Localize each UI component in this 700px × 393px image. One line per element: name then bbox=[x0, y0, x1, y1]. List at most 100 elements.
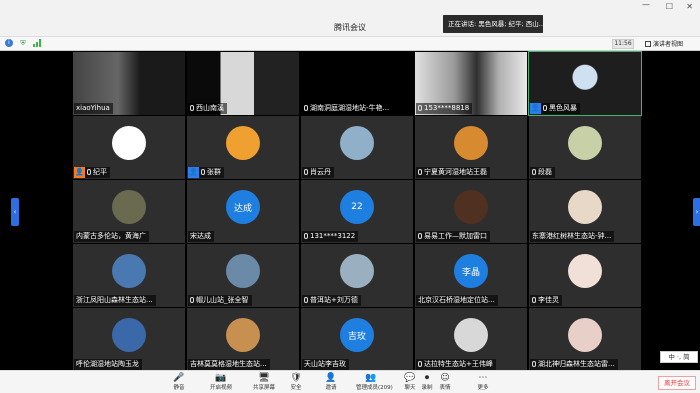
participant-tile[interactable]: 吉林莫莫格湿地生态站... bbox=[187, 308, 299, 371]
participant-tile[interactable]: 👤 张群 bbox=[187, 116, 299, 179]
participant-name: 天山站李吉玫 bbox=[304, 360, 346, 368]
participant-name: 浙江凤阳山森林生态站... bbox=[76, 296, 153, 304]
host-icon: 👤 bbox=[74, 167, 85, 178]
close-icon[interactable]: ✕ bbox=[686, 2, 693, 11]
participant-tile[interactable]: 西山南溪 bbox=[187, 52, 299, 115]
meeting-info-bar: i ⛨ 11:56 演讲者视图 bbox=[0, 37, 700, 51]
share-screen-button[interactable]: 🖥 共享屏幕 bbox=[249, 373, 279, 391]
minimize-icon[interactable]: — bbox=[642, 0, 650, 9]
video-grid: xiaoYihua 西山南溪 湖南洞庭湖湿地站-牛艳... 153****8818 👤 黑… bbox=[73, 51, 642, 371]
participant-nameplate: 宁夏黄河湿地站王磊 bbox=[416, 167, 490, 178]
participant-name: 普洱站+刘万德 bbox=[310, 296, 358, 304]
participant-nameplate: 肖云丹 bbox=[302, 167, 334, 178]
start-video-button[interactable]: 📷 开启视频 bbox=[206, 373, 236, 391]
avatar bbox=[340, 126, 374, 160]
invite-label: 邀请 bbox=[325, 385, 337, 391]
speaking-indicator: 正在讲话: 黑色风暴; 纪平; 西山... bbox=[443, 15, 543, 33]
members-icon: 👥 bbox=[365, 373, 377, 383]
participant-name: 达拉特生态站+王伟峰 bbox=[424, 360, 493, 368]
speaker-view-button[interactable]: 演讲者视图 bbox=[645, 39, 683, 48]
signal-icon[interactable] bbox=[33, 39, 41, 47]
participant-tile[interactable]: 浙江凤阳山森林生态站... bbox=[73, 244, 185, 307]
mute-button[interactable]: 🎤 静音 bbox=[164, 373, 194, 391]
participant-tile[interactable]: 肖云丹 bbox=[301, 116, 413, 179]
participant-name: 呼伦湖湿地站陶玉龙 bbox=[76, 360, 139, 368]
manage-members-label: 管理成员(209) bbox=[356, 385, 393, 391]
participant-tile[interactable]: 22 131****3122 bbox=[301, 180, 413, 243]
previous-page-arrow[interactable]: ‹ bbox=[11, 198, 19, 226]
avatar bbox=[226, 318, 260, 352]
participant-tile[interactable]: 湖南洞庭湖湿地站-牛艳... bbox=[301, 52, 413, 115]
participant-tile[interactable]: xiaoYihua bbox=[73, 52, 185, 115]
participant-tile[interactable]: 李佳灵 bbox=[529, 244, 641, 307]
participant-name: 北京汉石桥湿地定位站... bbox=[418, 296, 495, 304]
invite-button[interactable]: 👤 邀请 bbox=[316, 373, 346, 391]
participant-nameplate: 内蒙古多伦站，黄海广 bbox=[74, 231, 149, 242]
avatar bbox=[112, 254, 146, 288]
invite-icon: 👤 bbox=[325, 373, 337, 383]
participant-nameplate: 北京汉石桥湿地定位站... bbox=[416, 295, 498, 306]
more-button[interactable]: ⋯ 更多 bbox=[468, 373, 498, 391]
participant-tile[interactable]: 普洱站+刘万德 bbox=[301, 244, 413, 307]
security-button[interactable]: 🛡 安全 bbox=[281, 373, 311, 391]
participant-name: 李佳灵 bbox=[538, 296, 559, 304]
info-icon[interactable]: i bbox=[5, 39, 13, 47]
leave-meeting-button[interactable]: 离开会议 bbox=[658, 376, 696, 390]
microphone-icon bbox=[418, 105, 422, 111]
more-icon: ⋯ bbox=[478, 373, 488, 383]
participant-tile[interactable]: 李晶 北京汉石桥湿地定位站... bbox=[415, 244, 527, 307]
participant-nameplate: 浙江凤阳山森林生态站... bbox=[74, 295, 156, 306]
meeting-timer: 11:56 bbox=[612, 39, 634, 49]
share-screen-label: 共享屏幕 bbox=[252, 385, 275, 391]
participant-name: 黑色风暴 bbox=[549, 104, 577, 112]
reactions-button[interactable]: ☺ 表情 bbox=[430, 373, 460, 391]
manage-members-button[interactable]: 👥 管理成员(209) bbox=[356, 373, 393, 391]
participant-name: 宁夏黄河湿地站王磊 bbox=[424, 168, 487, 176]
participant-tile[interactable]: 内蒙古多伦站，黄海广 bbox=[73, 180, 185, 243]
microphone-icon bbox=[532, 297, 536, 303]
avatar bbox=[568, 190, 602, 224]
start-video-label: 开启视频 bbox=[209, 385, 232, 391]
shield-icon: 🛡 bbox=[290, 373, 302, 383]
participant-tile[interactable]: 易易工作—默加雷口 bbox=[415, 180, 527, 243]
avatar bbox=[568, 318, 602, 352]
smiley-icon: ☺ bbox=[440, 373, 450, 383]
microphone-icon bbox=[190, 297, 194, 303]
participant-nameplate: xiaoYihua bbox=[74, 103, 113, 114]
participant-name: 吉林莫莫格湿地生态站... bbox=[190, 360, 267, 368]
participant-name: 易易工作—默加雷口 bbox=[424, 232, 487, 240]
participant-tile[interactable]: 达成 宋达成 bbox=[187, 180, 299, 243]
screen-share-icon: 🖥 bbox=[258, 373, 270, 383]
camera-icon: 📷 bbox=[215, 373, 227, 383]
meeting-window: 腾讯会议 正在讲话: 黑色风暴; 纪平; 西山... — ☐ ✕ i ⛨ 11:… bbox=[0, 0, 700, 393]
next-page-arrow[interactable]: › bbox=[693, 198, 700, 226]
participant-tile[interactable]: 湖北神归森林生态站雷... bbox=[529, 308, 641, 371]
participant-nameplate: 易易工作—默加雷口 bbox=[416, 231, 490, 242]
participant-tile[interactable]: 东寨港红树林生态站-钟... bbox=[529, 180, 641, 243]
participant-tile[interactable]: 呼伦湖湿地站陶玉龙 bbox=[73, 308, 185, 371]
maximize-icon[interactable]: ☐ bbox=[666, 2, 673, 11]
participant-nameplate: 👤 张群 bbox=[188, 167, 224, 178]
participant-name: 湖北神归森林生态站雷... bbox=[538, 360, 615, 368]
participant-name: 纪平 bbox=[93, 168, 107, 176]
microphone-icon bbox=[304, 105, 308, 111]
avatar bbox=[568, 126, 602, 160]
participant-tile[interactable]: 👤 纪平 bbox=[73, 116, 185, 179]
participant-tile[interactable]: 达拉特生态站+王伟峰 bbox=[415, 308, 527, 371]
participant-tile[interactable]: 段磊 bbox=[529, 116, 641, 179]
avatar bbox=[112, 190, 146, 224]
participant-tile[interactable]: 帽儿山站_张全智 bbox=[187, 244, 299, 307]
participant-tile[interactable]: 153****8818 bbox=[415, 52, 527, 115]
shield-icon[interactable]: ⛨ bbox=[19, 39, 27, 47]
participant-tile[interactable]: 宁夏黄河湿地站王磊 bbox=[415, 116, 527, 179]
participant-name: 湖南洞庭湖湿地站-牛艳... bbox=[310, 104, 390, 112]
microphone-icon bbox=[418, 233, 422, 239]
participant-tile[interactable]: 吉玫 天山站李吉玫 bbox=[301, 308, 413, 371]
initials-avatar: 22 bbox=[340, 190, 374, 224]
participant-name: 肖云丹 bbox=[310, 168, 331, 176]
participant-name: 宋达成 bbox=[190, 232, 211, 240]
input-method-indicator: 中 ·, 简 bbox=[660, 351, 698, 363]
participant-name: 内蒙古多伦站，黄海广 bbox=[76, 232, 146, 240]
participant-tile[interactable]: 👤 黑色风暴 bbox=[528, 51, 642, 116]
bottom-toolbar: 离开会议 🎤 静音 📷 开启视频 🖥 共享屏幕 🛡 安全 👤 邀请 👥 管理成员(209) 💬 聊天 ⏺ 录制… bbox=[0, 370, 700, 393]
